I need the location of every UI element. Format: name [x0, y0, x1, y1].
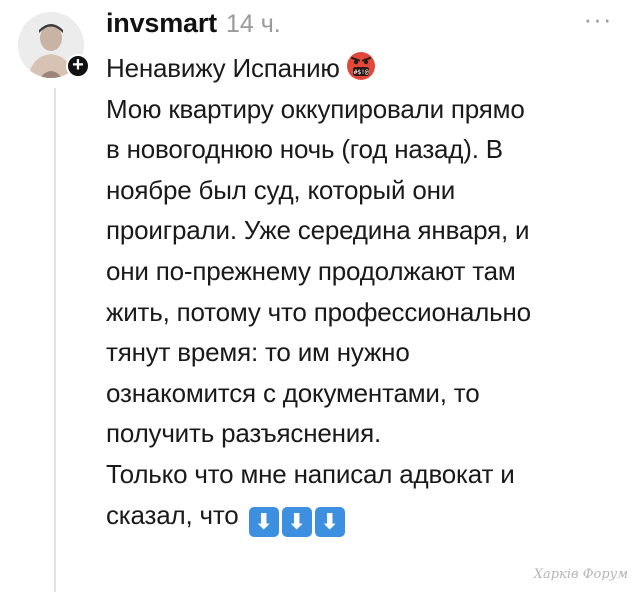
post-line: ноябре был суд, который они: [106, 174, 456, 205]
post-line: они по-прежнему продолжают там: [106, 255, 516, 286]
post-line: жить, потому что профессионально: [106, 296, 531, 327]
more-options-icon[interactable]: ···: [580, 6, 616, 36]
post-line: Мою квартиру оккупировали прямо: [106, 93, 525, 124]
post-line: сказал, что ⬇ ⬇ ⬇: [106, 495, 626, 537]
face-with-symbols-on-mouth-icon: #$!@: [346, 51, 376, 81]
follow-plus-button[interactable]: +: [66, 54, 90, 78]
post-line: Ненавижу Испанию #$!@: [106, 48, 626, 89]
post-line: Только что мне написал адвокат и: [106, 458, 515, 489]
post-header: invsmart 14 ч.: [106, 8, 281, 44]
down-arrow-icon: ⬇: [281, 506, 312, 537]
down-arrow-icon: ⬇: [314, 506, 345, 537]
post-line: получить разъяснения.: [106, 418, 381, 449]
post-line: в новогоднюю ночь (год назад). В: [106, 134, 503, 165]
post-line: проиграли. Уже середина января, и: [106, 215, 530, 246]
username[interactable]: invsmart: [106, 8, 217, 39]
thread-line: [54, 88, 56, 592]
watermark: Харків Форум: [533, 567, 628, 582]
post-time: 14 ч.: [225, 10, 281, 38]
post-body: Ненавижу Испанию #$!@ Мою квартиру оккупи…: [106, 48, 626, 537]
post-line: ознакомится с документами, то: [106, 377, 480, 408]
down-arrow-icon: ⬇: [248, 506, 279, 537]
angry-emoji-symbols: #$!@: [353, 68, 368, 76]
post-line: тянут время: то им нужно: [106, 337, 410, 368]
